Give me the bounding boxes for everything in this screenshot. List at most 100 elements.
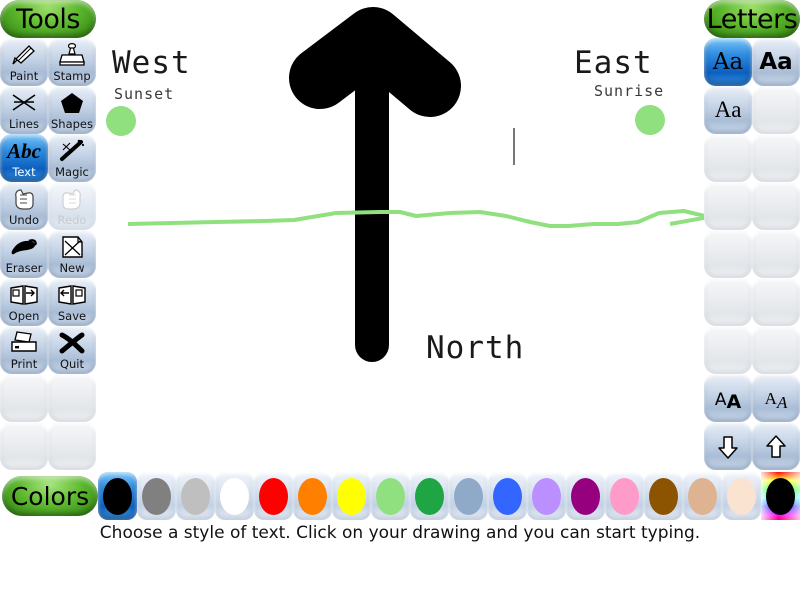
redo-hand-icon [50, 184, 94, 214]
letters-control-arrow-up[interactable] [752, 422, 800, 470]
canvas-text-north: North [426, 330, 525, 366]
tool-button-label: Text [12, 165, 36, 179]
font-slot-empty [752, 182, 800, 230]
tool-button-label: Redo [57, 213, 87, 227]
colors-label-text: Colors [10, 481, 90, 511]
color-swatch-blue[interactable] [488, 472, 527, 520]
color-swatch-light-grey[interactable] [176, 472, 215, 520]
font-slot-empty [704, 134, 752, 182]
open-folder-book-icon [2, 280, 46, 310]
save-book-icon [50, 280, 94, 310]
tool-button-new[interactable]: New [48, 230, 96, 278]
color-swatch-black[interactable] [98, 472, 137, 520]
canvas-text-sunrise: Sunrise [594, 82, 665, 100]
color-swatch-orange[interactable] [293, 472, 332, 520]
tool-button-shapes[interactable]: Shapes [48, 86, 96, 134]
italic-icon: AA [764, 389, 788, 412]
color-swatch-light-green[interactable] [371, 472, 410, 520]
tool-button-label: New [59, 261, 85, 275]
canvas-text-sunset: Sunset [114, 85, 175, 103]
tool-button-eraser[interactable]: Eraser [0, 230, 48, 278]
letters-control-italic[interactable]: AA [752, 374, 800, 422]
tool-button-print[interactable]: Print [0, 326, 48, 374]
black-arrow-shape [289, 7, 461, 362]
tool-button-redo[interactable]: Redo [48, 182, 96, 230]
canvas-text-west: West [112, 45, 191, 81]
tool-button-lines[interactable]: Lines [0, 86, 48, 134]
font-slot-empty [752, 278, 800, 326]
tool-button-label: Quit [59, 357, 85, 371]
paintbrush-icon [2, 40, 46, 70]
letters-control-arrow-down[interactable] [704, 422, 752, 470]
color-swatch-blob [688, 477, 717, 515]
color-swatch-red[interactable] [254, 472, 293, 520]
font-button-sans[interactable]: Aa [752, 38, 800, 86]
color-swatch-beige[interactable] [722, 472, 761, 520]
tool-slot-empty [0, 374, 48, 422]
tool-button-label: Stamp [53, 69, 91, 83]
color-swatch-blob [649, 477, 678, 515]
font-slot-empty [704, 182, 752, 230]
color-swatch-dark-grey[interactable] [137, 472, 176, 520]
color-swatch-lavender[interactable] [527, 472, 566, 520]
font-slot-empty [752, 326, 800, 374]
tool-button-quit[interactable]: Quit [48, 326, 96, 374]
tool-button-stamp[interactable]: Stamp [48, 38, 96, 86]
font-sample-text: Aa [712, 49, 744, 75]
color-swatch-row [98, 472, 800, 520]
arrow-down-icon [706, 432, 750, 462]
color-swatch-blob [532, 477, 561, 515]
tool-button-label: Open [8, 309, 40, 323]
bold-icon: AA [714, 389, 742, 413]
tool-button-save[interactable]: Save [48, 278, 96, 326]
letters-panel-header: Letters [704, 0, 800, 38]
tool-button-label: Save [57, 309, 87, 323]
color-swatch-blob [337, 477, 366, 515]
font-button-serif[interactable]: Aa [704, 86, 752, 134]
tool-button-text[interactable]: Abc Text [0, 134, 48, 182]
color-swatch-brown[interactable] [644, 472, 683, 520]
color-swatch-color-picker[interactable] [761, 472, 800, 520]
tool-slot-empty [48, 374, 96, 422]
font-slot-empty [704, 230, 752, 278]
tool-button-undo[interactable]: Undo [0, 182, 48, 230]
colors-bar: Colors [0, 472, 800, 520]
color-swatch-blob [727, 477, 756, 515]
color-swatch-tan[interactable] [683, 472, 722, 520]
font-button-typewriter[interactable]: Aa [704, 38, 752, 86]
font-sample-text: Aa [759, 49, 793, 75]
magic-wand-icon [50, 136, 94, 166]
color-swatch-yellow[interactable] [332, 472, 371, 520]
arrow-up-icon [754, 432, 798, 462]
tools-panel-title: Tools [15, 3, 81, 35]
rubber-stamp-icon [50, 40, 94, 70]
color-swatch-purple[interactable] [566, 472, 605, 520]
color-swatch-pink[interactable] [605, 472, 644, 520]
letters-panel-title: Letters [706, 3, 798, 35]
color-swatch-blob [454, 477, 483, 515]
color-swatch-blob [571, 477, 600, 515]
eraser-icon [2, 232, 46, 262]
tool-button-magic[interactable]: Magic [48, 134, 96, 182]
abc-text-icon: Abc [7, 139, 41, 163]
tool-button-label: Undo [8, 213, 40, 227]
letters-panel: Letters Aa Aa Aa AA AA [704, 0, 800, 472]
color-swatch-blob [142, 477, 171, 515]
color-swatch-white[interactable] [215, 472, 254, 520]
tool-button-open[interactable]: Open [0, 278, 48, 326]
tool-button-paint[interactable]: Paint [0, 38, 48, 86]
color-swatch-dark-green[interactable] [410, 472, 449, 520]
tool-button-label: Lines [9, 117, 39, 131]
pentagon-shape-icon [50, 88, 94, 118]
drawing-canvas[interactable]: West Sunset East Sunrise North [96, 0, 704, 472]
tools-panel-header: Tools [0, 0, 96, 38]
letters-control-bold[interactable]: AA [704, 374, 752, 422]
tool-button-label: Shapes [50, 117, 93, 131]
font-slot-empty [704, 278, 752, 326]
color-swatch-cyan-blue[interactable] [449, 472, 488, 520]
canvas-text-east: East [574, 45, 653, 81]
tool-button-label: Magic [55, 165, 89, 179]
green-dot-west [106, 106, 136, 136]
tools-button-grid: Paint Stamp Lines Shapes Abc Text Magic Undo Red… [0, 38, 96, 470]
colors-label: Colors [2, 476, 98, 516]
